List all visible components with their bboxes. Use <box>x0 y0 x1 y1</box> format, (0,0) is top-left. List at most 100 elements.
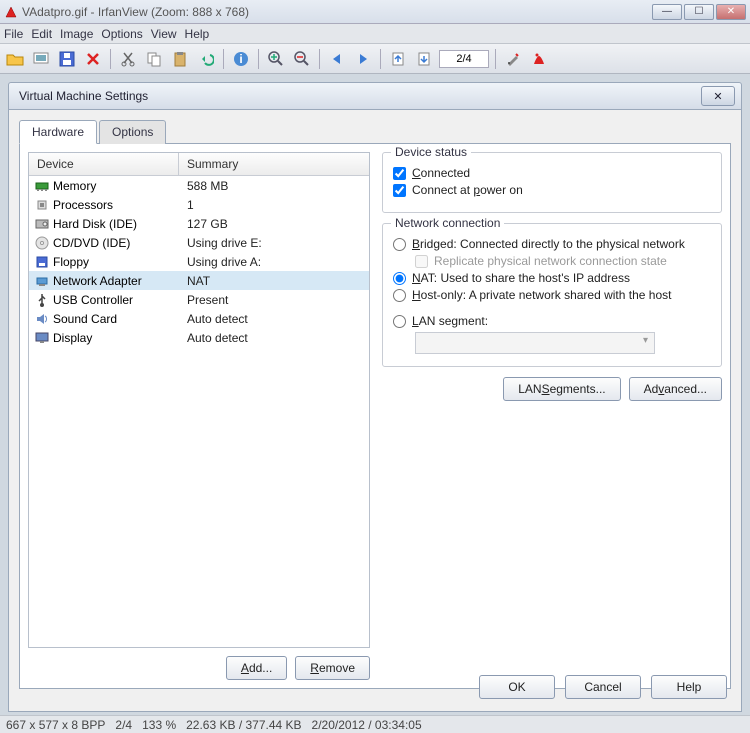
maximize-button[interactable]: ☐ <box>684 4 714 20</box>
device-name: Floppy <box>53 255 89 269</box>
device-name: USB Controller <box>53 293 133 307</box>
connected-checkbox[interactable]: Connected <box>393 166 711 180</box>
lan-segment-select <box>415 332 655 354</box>
device-name: Sound Card <box>53 312 117 326</box>
undo-icon[interactable] <box>195 48 217 70</box>
toolbar: i <box>0 44 750 74</box>
device-summary: NAT <box>179 274 210 288</box>
connected-checkbox-input[interactable] <box>393 167 406 180</box>
dialog-close-button[interactable]: ✕ <box>701 86 735 106</box>
app-icon <box>4 5 18 19</box>
sound-icon <box>35 312 49 326</box>
device-list-header: Device Summary <box>29 153 369 176</box>
device-name: Processors <box>53 198 113 212</box>
menu-image[interactable]: Image <box>60 27 93 41</box>
device-summary: 588 MB <box>179 179 228 193</box>
bridged-radio-input[interactable] <box>393 238 406 251</box>
lan-segments-button[interactable]: LAN Segments... <box>503 377 620 401</box>
tab-panel: Device Summary Memory 588 MB Processors 1 Ha… <box>19 143 731 689</box>
network-connection-title: Network connection <box>391 216 504 230</box>
device-row-usb[interactable]: USB Controller Present <box>29 290 369 309</box>
cancel-button[interactable]: Cancel <box>565 675 641 699</box>
slideshow-icon[interactable] <box>30 48 52 70</box>
info-icon[interactable]: i <box>230 48 252 70</box>
menu-edit[interactable]: Edit <box>31 27 52 41</box>
device-row-net[interactable]: Network Adapter NAT <box>29 271 369 290</box>
tab-hardware[interactable]: Hardware <box>19 120 97 144</box>
network-connection-group: Network connection Bridged: Connected di… <box>382 223 722 367</box>
replicate-checkbox: Replicate physical network connection st… <box>415 254 711 268</box>
device-row-floppy[interactable]: FloppyUsing drive A: <box>29 252 369 271</box>
lan-segment-radio[interactable]: LAN segment: <box>393 314 711 328</box>
delete-icon[interactable] <box>82 48 104 70</box>
nat-radio-input[interactable] <box>393 272 406 285</box>
ok-button[interactable]: OK <box>479 675 555 699</box>
col-summary[interactable]: Summary <box>179 153 246 175</box>
page-indicator-input[interactable] <box>439 50 489 68</box>
device-name: Memory <box>53 179 96 193</box>
device-summary: Present <box>179 293 228 307</box>
device-list[interactable]: Device Summary Memory 588 MB Processors 1 Ha… <box>28 152 370 648</box>
replicate-checkbox-input <box>415 255 428 268</box>
minimize-button[interactable]: — <box>652 4 682 20</box>
device-summary: 1 <box>179 198 194 212</box>
menu-help[interactable]: Help <box>185 27 210 41</box>
irfanview-icon[interactable] <box>528 48 550 70</box>
device-status-group: Device status Connected Connect at power… <box>382 152 722 213</box>
dialog-body: Hardware Options Device Summary Memory 58… <box>8 110 742 712</box>
menu-bar: File Edit Image Options View Help <box>0 24 750 44</box>
settings-icon[interactable] <box>502 48 524 70</box>
col-device[interactable]: Device <box>29 153 179 175</box>
memory-icon <box>35 179 49 193</box>
add-button[interactable]: Add... <box>226 656 287 680</box>
device-row-cpu[interactable]: Processors 1 <box>29 195 369 214</box>
floppy-icon <box>35 255 49 269</box>
device-status-title: Device status <box>391 145 471 159</box>
zoom-in-icon[interactable] <box>265 48 287 70</box>
tab-options[interactable]: Options <box>99 120 166 144</box>
zoom-out-icon[interactable] <box>291 48 313 70</box>
remove-button[interactable]: Remove <box>295 656 370 680</box>
menu-view[interactable]: View <box>151 27 177 41</box>
copy-icon[interactable] <box>143 48 165 70</box>
device-summary: Auto detect <box>179 312 248 326</box>
prev-page-icon[interactable] <box>387 48 409 70</box>
advanced-button[interactable]: Advanced... <box>629 377 722 401</box>
lan-segment-radio-input[interactable] <box>393 315 406 328</box>
cut-icon[interactable] <box>117 48 139 70</box>
next-icon[interactable] <box>352 48 374 70</box>
bridged-radio[interactable]: Bridged: Connected directly to the physi… <box>393 237 711 251</box>
window-title: VAdatpro.gif - IrfanView (Zoom: 888 x 76… <box>22 5 652 19</box>
device-name: CD/DVD (IDE) <box>53 236 130 250</box>
connect-poweron-checkbox-input[interactable] <box>393 184 406 197</box>
device-row-display[interactable]: Display Auto detect <box>29 328 369 347</box>
next-page-icon[interactable] <box>413 48 435 70</box>
device-row-hdd[interactable]: Hard Disk (IDE)127 GB <box>29 214 369 233</box>
svg-text:i: i <box>239 52 242 66</box>
prev-icon[interactable] <box>326 48 348 70</box>
nat-radio[interactable]: NAT: Used to share the host's IP address <box>393 271 711 285</box>
menu-options[interactable]: Options <box>101 27 142 41</box>
status-datetime: 2/20/2012 / 03:34:05 <box>312 718 422 732</box>
device-row-sound[interactable]: Sound Card Auto detect <box>29 309 369 328</box>
cpu-icon <box>35 198 49 212</box>
device-row-memory[interactable]: Memory 588 MB <box>29 176 369 195</box>
window-close-button[interactable]: ✕ <box>716 4 746 20</box>
hostonly-radio-input[interactable] <box>393 289 406 302</box>
connect-poweron-checkbox[interactable]: Connect at power on <box>393 183 711 197</box>
hostonly-radio[interactable]: Host-only: A private network shared with… <box>393 288 711 302</box>
content-area: Virtual Machine Settings ✕ Hardware Opti… <box>0 74 750 720</box>
device-row-cd[interactable]: CD/DVD (IDE)Using drive E: <box>29 233 369 252</box>
dialog-titlebar: Virtual Machine Settings ✕ <box>8 82 742 110</box>
open-icon[interactable] <box>4 48 26 70</box>
status-size: 22.63 KB / 377.44 KB <box>186 718 301 732</box>
device-name: Network Adapter <box>53 274 142 288</box>
help-button[interactable]: Help <box>651 675 727 699</box>
paste-icon[interactable] <box>169 48 191 70</box>
save-icon[interactable] <box>56 48 78 70</box>
usb-icon <box>35 293 49 307</box>
menu-file[interactable]: File <box>4 27 23 41</box>
hdd-icon <box>35 217 49 231</box>
device-name: Display <box>53 331 92 345</box>
device-summary: Auto detect <box>179 331 248 345</box>
